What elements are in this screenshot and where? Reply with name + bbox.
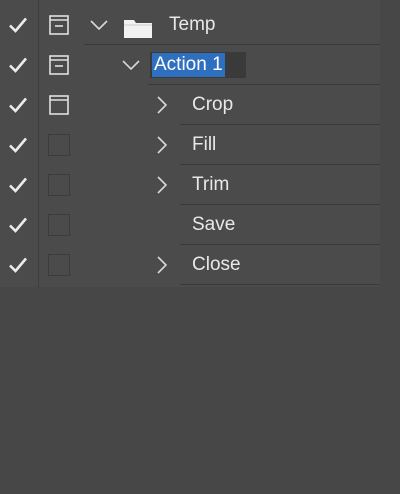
row-divider: [180, 284, 380, 285]
dialog-toggle-icon[interactable]: [48, 94, 70, 116]
checkmark-icon[interactable]: [8, 176, 28, 194]
dialog-toggle-icon[interactable]: [48, 14, 70, 36]
checkmark-icon[interactable]: [8, 56, 28, 74]
checkmark-icon[interactable]: [8, 136, 28, 154]
action-step-row-crop[interactable]: Crop: [0, 85, 380, 125]
dialog-toggle-icon[interactable]: [48, 214, 70, 236]
action-step-row-fill[interactable]: Fill: [0, 125, 380, 165]
chevron-right-icon[interactable]: [153, 136, 171, 154]
action-step-label: Close: [192, 254, 241, 275]
chevron-right-icon[interactable]: [153, 96, 171, 114]
dialog-toggle-icon[interactable]: [48, 134, 70, 156]
chevron-right-icon[interactable]: [153, 256, 171, 274]
actions-list: Temp Action 1 Crop Fill Trim Save Close: [0, 0, 380, 287]
action-step-label: Trim: [192, 174, 230, 195]
rename-field-selected-text[interactable]: Action 1: [152, 53, 225, 77]
dialog-toggle-icon[interactable]: [48, 254, 70, 276]
checkmark-icon[interactable]: [8, 256, 28, 274]
actions-panel: Temp Action 1 Crop Fill Trim Save Close: [0, 0, 400, 494]
dialog-toggle-icon[interactable]: [48, 54, 70, 76]
checkmark-icon[interactable]: [8, 216, 28, 234]
action-set-row[interactable]: Temp: [0, 5, 380, 45]
action-set-label: Temp: [169, 14, 216, 35]
action-step-label: Crop: [192, 94, 234, 115]
action-step-label: Fill: [192, 134, 217, 155]
action-row[interactable]: Action 1: [0, 45, 380, 85]
action-step-label: Save: [192, 214, 236, 235]
chevron-down-icon[interactable]: [122, 56, 140, 74]
action-step-row-save[interactable]: Save: [0, 205, 380, 245]
action-step-row-close[interactable]: Close: [0, 245, 380, 285]
folder-icon: [124, 20, 152, 38]
checkmark-icon[interactable]: [8, 96, 28, 114]
checkmark-icon[interactable]: [8, 16, 28, 34]
dialog-toggle-icon[interactable]: [48, 174, 70, 196]
action-step-row-trim[interactable]: Trim: [0, 165, 380, 205]
chevron-down-icon[interactable]: [90, 16, 108, 34]
chevron-right-icon[interactable]: [153, 176, 171, 194]
